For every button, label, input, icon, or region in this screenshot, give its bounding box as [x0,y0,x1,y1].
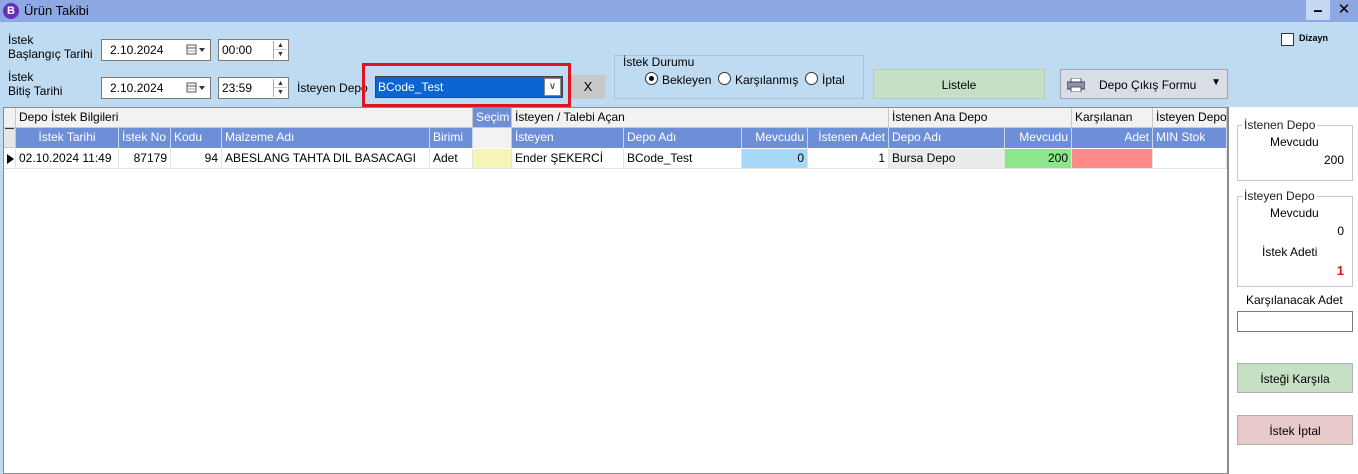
radio-iptal-label[interactable]: İptal [822,73,845,87]
window-title: Ürün Takibi [24,3,89,18]
karsilanacak-adet-label: Karşılanacak Adet [1246,293,1343,307]
start-time-input[interactable]: 00:00 ▲ ▼ [218,39,289,61]
chevron-up-icon[interactable]: ▲ [274,79,287,88]
dizayn-checkbox[interactable] [1281,33,1294,46]
col-min-stok[interactable]: MIN Stok [1153,128,1227,148]
karsilanacak-adet-input[interactable] [1237,311,1353,332]
col-mevcudu[interactable]: Mevcudu [742,128,808,148]
band-isteyen: İsteyen / Talebi Açan [512,108,889,128]
start-time-spinner[interactable]: ▲ ▼ [273,41,287,59]
col-kodu[interactable]: Kodu [171,128,222,148]
istek-adeti-label: İstek Adeti [1262,245,1318,259]
end-time-spinner[interactable]: ▲ ▼ [273,79,287,97]
row-indicator-header [4,128,16,148]
cell-isteyen[interactable]: Ender ŞEKERCİ [512,149,624,169]
cell-istek-no[interactable]: 87179 [119,149,171,169]
cell-secim[interactable] [473,149,512,169]
col-depo-adi[interactable]: Depo Adı [624,128,742,148]
dizayn-label: Dizayn [1299,33,1329,43]
row-indicator[interactable] [4,149,16,169]
cell-adet[interactable] [1072,149,1153,169]
radio-iptal[interactable] [805,72,818,85]
col-istek-no[interactable]: İstek No [119,128,171,148]
start-date-picker[interactable]: 2.10.2024 [101,39,211,61]
title-bar: B Ürün Takibi 🗕 ✕ [0,0,1358,22]
istek-iptal-button[interactable]: İstek İptal [1237,415,1353,445]
chevron-up-icon[interactable]: ▲ [274,41,287,50]
isteyen-depo-select[interactable]: BCode_Test ∨ [375,76,563,98]
cell-ana-mevcudu[interactable]: 200 [1005,149,1072,169]
col-ana-mevcudu[interactable]: Mevcudu [1005,128,1072,148]
radio-bekleyen-label[interactable]: Bekleyen [662,73,711,87]
band-karsilanan: Karşılanan [1072,108,1153,128]
listele-button[interactable]: Listele [873,69,1045,99]
istek-durumu-title: İstek Durumu [623,55,695,69]
chevron-down-icon[interactable]: ∨ [544,78,561,96]
isteyen-mevcudu-value: 0 [1337,224,1344,238]
app-icon: B [3,3,19,19]
close-button[interactable]: ✕ [1332,0,1356,20]
radio-karsilanmis-label[interactable]: Karşılanmış [735,73,798,87]
end-time-input[interactable]: 23:59 ▲ ▼ [218,77,289,99]
dropdown-arrow-icon[interactable]: ▼ [1211,77,1221,88]
end-date-picker[interactable]: 2.10.2024 [101,77,211,99]
radio-karsilanmis[interactable] [718,72,731,85]
istenen-mevcudu-label: Mevcudu [1270,135,1319,149]
istegi-karsila-button[interactable]: İsteği Karşıla [1237,363,1353,393]
cell-mevcudu[interactable]: 0 [742,149,808,169]
col-secim[interactable] [473,128,512,148]
col-isteyen[interactable]: İsteyen [512,128,624,148]
band-isteyen-depo: İsteyen Depo [1153,108,1227,128]
isteyen-depo-group: İsteyen Depo Mevcudu 0 İstek Adeti 1 [1237,189,1353,287]
cell-ana-depo-adi[interactable]: Bursa Depo [889,149,1005,169]
cell-birimi[interactable]: Adet [430,149,473,169]
col-ana-depo-adi[interactable]: Depo Adı [889,128,1005,148]
side-panel: İstenen Depo Mevcudu 200 İsteyen Depo Me… [1228,107,1358,474]
isteyen-mevcudu-label: Mevcudu [1270,206,1319,220]
col-adet[interactable]: Adet [1072,128,1153,148]
cell-kodu[interactable]: 94 [171,149,222,169]
request-grid[interactable]: Depo İstek Bilgileri Seçim İsteyen / Tal… [3,107,1228,474]
end-date-label: İstek Bitiş Tarihi [8,70,63,98]
cell-malzeme-adi[interactable]: ABESLANG TAHTA DIL BASACAGI [222,149,430,169]
band-depo-istek: Depo İstek Bilgileri [16,108,473,128]
col-istek-tarihi[interactable]: İstek Tarihi [16,128,119,148]
isteyen-depo-label: İsteyen Depo [297,81,368,95]
cell-istenen-adet[interactable]: 1 [808,149,889,169]
istek-adeti-value: 1 [1336,263,1344,278]
band-secim: Seçim [473,108,512,128]
printer-icon [1067,78,1085,92]
calendar-dropdown-icon[interactable] [186,82,206,94]
istenen-mevcudu-value: 200 [1323,153,1344,167]
radio-bekleyen[interactable] [645,72,658,85]
grid-corner [4,108,16,128]
filter-icon[interactable] [5,128,15,132]
chevron-down-icon[interactable]: ▼ [274,50,287,59]
istenen-depo-group: İstenen Depo Mevcudu 200 [1237,118,1353,181]
start-date-label: İstek Başlangıç Tarihi [8,33,93,61]
minimize-button[interactable]: 🗕 [1306,0,1330,20]
chevron-down-icon[interactable]: ▼ [274,88,287,97]
band-istenen-ana-depo: İstenen Ana Depo [889,108,1072,128]
col-istenen-adet[interactable]: İstenen Adet [808,128,889,148]
current-row-icon [7,154,14,164]
cell-depo-adi[interactable]: BCode_Test [624,149,742,169]
calendar-dropdown-icon[interactable] [186,44,206,56]
col-birimi[interactable]: Birimi [430,128,473,148]
clear-depo-button[interactable]: X [571,75,605,99]
cell-min-stok[interactable] [1153,149,1227,169]
col-malzeme-adi[interactable]: Malzeme Adı [222,128,430,148]
cell-istek-tarihi[interactable]: 02.10.2024 11:49 [16,149,119,169]
depo-cikis-formu-button[interactable]: Depo Çıkış Formu ▼ [1060,69,1228,99]
